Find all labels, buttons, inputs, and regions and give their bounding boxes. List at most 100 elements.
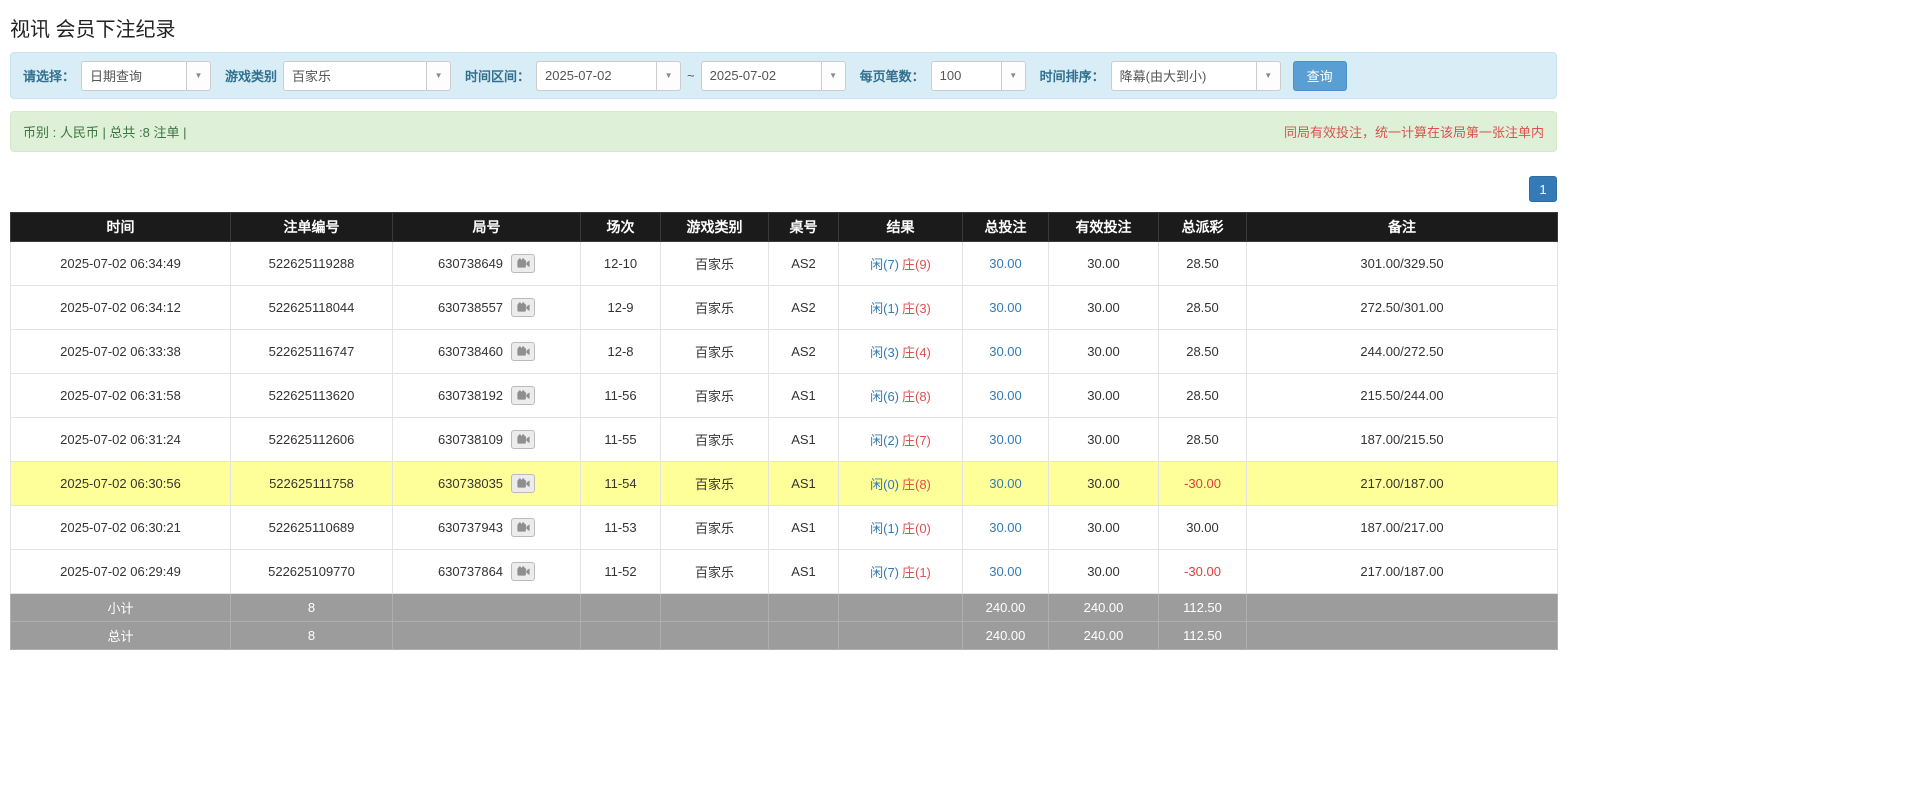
chevron-down-icon[interactable]: ▼ xyxy=(1256,62,1280,90)
range-separator: ~ xyxy=(687,68,695,83)
summary-total-bet: 240.00 xyxy=(963,594,1049,622)
video-replay-button[interactable] xyxy=(511,254,535,273)
cell-table-number: AS1 xyxy=(769,506,839,550)
round-number-text: 630738460 xyxy=(438,344,503,359)
table-body: 2025-07-02 06:34:49 522625119288 6307386… xyxy=(11,242,1558,594)
round-number-text: 630738035 xyxy=(438,476,503,491)
table-row: 2025-07-02 06:31:24 522625112606 6307381… xyxy=(11,418,1558,462)
cell-bet-number: 522625118044 xyxy=(231,286,393,330)
cell-game-type: 百家乐 xyxy=(661,462,769,506)
date-to-select[interactable]: 2025-07-02 ▼ xyxy=(701,61,846,91)
table-row: 2025-07-02 06:34:49 522625119288 6307386… xyxy=(11,242,1558,286)
round-number-text: 630738557 xyxy=(438,300,503,315)
video-replay-button[interactable] xyxy=(511,342,535,361)
page-button-1[interactable]: 1 xyxy=(1529,176,1557,202)
cell-time: 2025-07-02 06:31:58 xyxy=(11,374,231,418)
cell-result: 闲(3)庄(4) xyxy=(839,330,963,374)
result-banker: 庄(4) xyxy=(902,345,931,360)
cell-round-number: 630738109 xyxy=(393,418,581,462)
table-row: 2025-07-02 06:30:21 522625110689 6307379… xyxy=(11,506,1558,550)
cell-session: 11-56 xyxy=(581,374,661,418)
total-bet-link[interactable]: 30.00 xyxy=(989,344,1022,359)
cell-session: 12-9 xyxy=(581,286,661,330)
cell-total-bet: 30.00 xyxy=(963,550,1049,594)
cell-time: 2025-07-02 06:34:12 xyxy=(11,286,231,330)
page-size-value: 100 xyxy=(932,62,1001,90)
table-row: 2025-07-02 06:31:58 522625113620 6307381… xyxy=(11,374,1558,418)
cell-total-bet: 30.00 xyxy=(963,418,1049,462)
header-remark: 备注 xyxy=(1247,213,1558,242)
round-number-text: 630738109 xyxy=(438,432,503,447)
cell-remark: 272.50/301.00 xyxy=(1247,286,1558,330)
cell-remark: 187.00/215.50 xyxy=(1247,418,1558,462)
video-replay-button[interactable] xyxy=(511,518,535,537)
cell-time: 2025-07-02 06:29:49 xyxy=(11,550,231,594)
video-camera-icon xyxy=(517,566,530,577)
sort-order-select[interactable]: 降幕(由大到小) ▼ xyxy=(1111,61,1281,91)
cell-valid-bet: 30.00 xyxy=(1049,506,1159,550)
date-from-select[interactable]: 2025-07-02 ▼ xyxy=(536,61,681,91)
game-type-select[interactable]: 百家乐 ▼ xyxy=(283,61,451,91)
summary-warning-text: 同局有效投注，统一计算在该局第一张注单内 xyxy=(1284,122,1544,141)
cell-total-bet: 30.00 xyxy=(963,286,1049,330)
video-replay-button[interactable] xyxy=(511,386,535,405)
chevron-down-icon[interactable]: ▼ xyxy=(186,62,210,90)
cell-bet-number: 522625109770 xyxy=(231,550,393,594)
chevron-down-icon[interactable]: ▼ xyxy=(1001,62,1025,90)
page-container: 视讯 会员下注纪录 请选择： 日期查询 ▼ 游戏类别 百家乐 ▼ 时间区间： 2… xyxy=(10,0,1557,650)
chevron-down-icon[interactable]: ▼ xyxy=(656,62,680,90)
cell-table-number: AS2 xyxy=(769,242,839,286)
cell-total-bet: 30.00 xyxy=(963,242,1049,286)
round-number-text: 630738192 xyxy=(438,388,503,403)
cell-total-payout: 28.50 xyxy=(1159,330,1247,374)
video-camera-icon xyxy=(517,346,530,357)
cell-table-number: AS1 xyxy=(769,374,839,418)
total-bet-link[interactable]: 30.00 xyxy=(989,256,1022,271)
total-bet-link[interactable]: 30.00 xyxy=(989,476,1022,491)
game-type-label: 游戏类别 xyxy=(225,66,277,85)
cell-valid-bet: 30.00 xyxy=(1049,550,1159,594)
video-replay-button[interactable] xyxy=(511,562,535,581)
summary-row: 小计 8 240.00 240.00 112.50 xyxy=(11,594,1558,622)
cell-total-payout: 28.50 xyxy=(1159,374,1247,418)
cell-remark: 217.00/187.00 xyxy=(1247,550,1558,594)
video-replay-button[interactable] xyxy=(511,298,535,317)
summary-left-text: 币别 : 人民币 | 总共 :8 注单 | xyxy=(23,122,187,141)
time-range-label: 时间区间： xyxy=(465,66,530,85)
video-camera-icon xyxy=(517,434,530,445)
cell-valid-bet: 30.00 xyxy=(1049,330,1159,374)
cell-remark: 217.00/187.00 xyxy=(1247,462,1558,506)
cell-total-payout: 28.50 xyxy=(1159,242,1247,286)
page-size-select[interactable]: 100 ▼ xyxy=(931,61,1026,91)
total-bet-link[interactable]: 30.00 xyxy=(989,432,1022,447)
cell-game-type: 百家乐 xyxy=(661,242,769,286)
header-table-number: 桌号 xyxy=(769,213,839,242)
cell-valid-bet: 30.00 xyxy=(1049,242,1159,286)
cell-bet-number: 522625113620 xyxy=(231,374,393,418)
search-button[interactable]: 查询 xyxy=(1293,61,1347,91)
header-game-type: 游戏类别 xyxy=(661,213,769,242)
chevron-down-icon[interactable]: ▼ xyxy=(821,62,845,90)
pagination: 1 xyxy=(10,176,1557,202)
table-row: 2025-07-02 06:30:56 522625111758 6307380… xyxy=(11,462,1558,506)
chevron-down-icon[interactable]: ▼ xyxy=(426,62,450,90)
table-footer: 小计 8 240.00 240.00 112.50 总计 8 240.00 24… xyxy=(11,594,1558,650)
video-camera-icon xyxy=(517,258,530,269)
summary-total-payout: 112.50 xyxy=(1159,594,1247,622)
result-banker: 庄(9) xyxy=(902,257,931,272)
video-replay-button[interactable] xyxy=(511,474,535,493)
summary-bet-count: 8 xyxy=(231,622,393,650)
cell-total-payout: 28.50 xyxy=(1159,418,1247,462)
query-type-select-value: 日期查询 xyxy=(82,62,186,90)
summary-total-bet: 240.00 xyxy=(963,622,1049,650)
result-banker: 庄(8) xyxy=(902,389,931,404)
header-session: 场次 xyxy=(581,213,661,242)
total-bet-link[interactable]: 30.00 xyxy=(989,564,1022,579)
date-from-value: 2025-07-02 xyxy=(537,62,656,90)
total-bet-link[interactable]: 30.00 xyxy=(989,520,1022,535)
total-bet-link[interactable]: 30.00 xyxy=(989,300,1022,315)
video-replay-button[interactable] xyxy=(511,430,535,449)
total-bet-link[interactable]: 30.00 xyxy=(989,388,1022,403)
query-type-select[interactable]: 日期查询 ▼ xyxy=(81,61,211,91)
cell-bet-number: 522625116747 xyxy=(231,330,393,374)
